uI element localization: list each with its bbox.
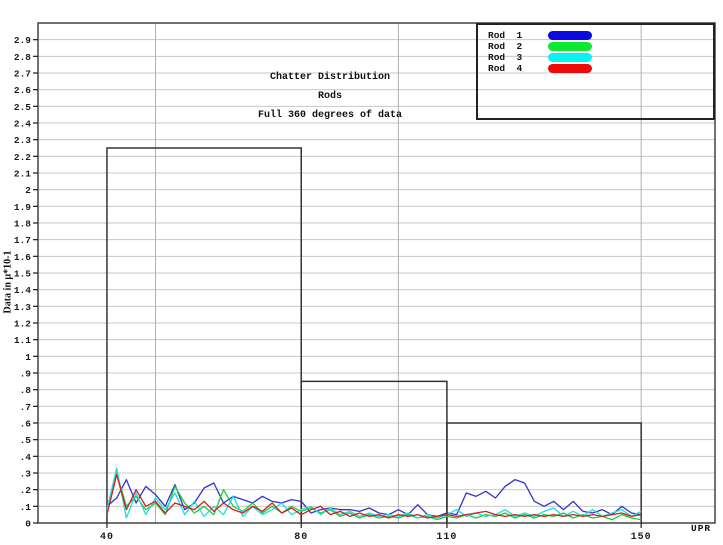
y-tick-label: .3 [20,469,32,480]
legend-entry-rod-2: Rod 2 [478,41,713,52]
step-outline-1 [107,148,301,523]
y-tick-label: .5 [20,435,32,446]
y-tick-label: .7 [20,402,32,413]
series-line-rod-2 [107,473,641,520]
legend-entry-rod-1: Rod 1 [478,30,713,41]
legend-entry-rod-3: Rod 3 [478,52,713,63]
y-axis-label: Data in µ*10-1 [3,251,14,314]
y-tick-label: .6 [20,419,32,430]
legend-swatch-rod-4 [548,64,592,73]
y-tick-label: .2 [20,485,32,496]
y-tick-label: 2.3 [14,135,31,146]
y-tick-label: 1.3 [14,302,31,313]
y-tick-label: 1.8 [14,219,31,230]
legend-swatch-rod-1 [548,31,592,40]
step-outline-2 [301,381,447,523]
y-tick-label: 2.9 [14,35,31,46]
legend-label-rod-3: Rod 3 [488,52,548,63]
x-tick-label: 150 [631,532,652,543]
y-tick-label: 1.4 [14,285,31,296]
y-tick-label: 1.7 [14,235,31,246]
legend-swatch-rod-3 [548,53,592,62]
y-tick-label: 2.5 [14,102,31,113]
legend-swatch-rod-2 [548,42,592,51]
chart-title-block: Chatter Distribution Rods Full 360 degre… [230,72,430,129]
y-tick-label: 2.4 [14,119,31,130]
y-tick-label: 2.7 [14,69,31,80]
y-tick-label: 2.2 [14,152,31,163]
legend-label-rod-2: Rod 2 [488,41,548,52]
y-tick-label: 1.5 [14,269,31,280]
y-tick-label: 1.9 [14,202,31,213]
legend-box: Rod 1 Rod 2 Rod 3 Rod 4 [476,23,715,120]
legend-label-rod-4: Rod 4 [488,63,548,74]
chart-title: Chatter Distribution [230,72,430,83]
y-tick-label: 0 [25,519,31,530]
chart-subtitle-2: Full 360 degrees of data [230,110,430,121]
y-tick-label: 1.2 [14,319,31,330]
y-tick-label: 1.6 [14,252,31,263]
y-tick-label: 1 [25,352,31,363]
y-tick-label: .9 [20,369,32,380]
y-tick-label: .1 [20,502,32,513]
y-tick-label: 2.8 [14,52,31,63]
x-axis-unit-label: UPR [691,523,711,534]
legend-entry-rod-4: Rod 4 [478,63,713,74]
x-tick-label: 110 [436,532,457,543]
y-tick-label: .4 [20,452,32,463]
chart-subtitle-1: Rods [230,91,430,102]
legend-label-rod-1: Rod 1 [488,30,548,41]
chart-root: 0 .1 .2 .3 .4 .5 .6 .7 .8 .9 1 1.1 1.2 1.3 1.4 1.5 1.6 1.… [0,0,723,545]
y-tick-label: 1.1 [14,335,31,346]
x-tick-label: 80 [294,532,308,543]
y-tick-label: .8 [20,385,32,396]
y-tick-label: 2.1 [14,169,31,180]
y-tick-label: 2.6 [14,85,31,96]
y-tick-label: 2 [25,185,31,196]
x-tick-label: 40 [100,532,114,543]
